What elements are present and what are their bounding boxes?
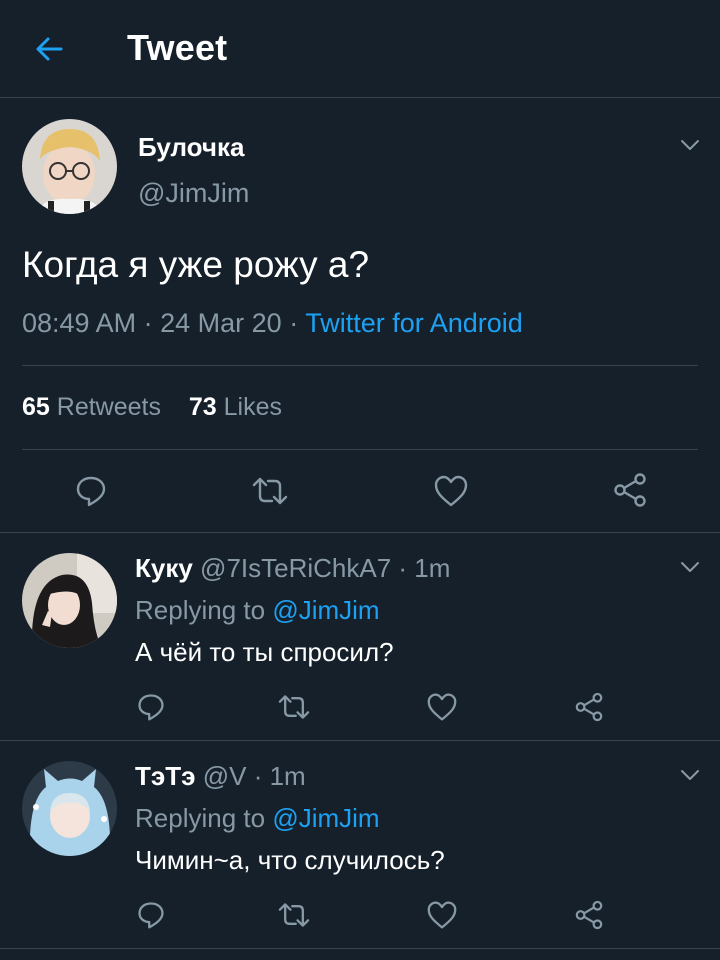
page-title: Tweet bbox=[127, 27, 228, 68]
avatar[interactable] bbox=[22, 761, 117, 856]
reply-time: 1m bbox=[269, 761, 306, 791]
share-button[interactable] bbox=[571, 897, 607, 933]
likes-label: Likes bbox=[223, 393, 283, 421]
reply-header: Куку @7IsTeRiChkA7 · 1m bbox=[135, 553, 450, 584]
chevron-down-icon bbox=[681, 140, 699, 150]
replying-to: Replying to @JimJim bbox=[135, 803, 380, 834]
chevron-down-icon bbox=[681, 562, 699, 572]
chevron-down-icon bbox=[681, 770, 699, 780]
share-icon bbox=[575, 692, 603, 722]
meta-separator: · bbox=[289, 308, 306, 338]
reply-text: Чимин~а, что случилось? bbox=[135, 845, 445, 875]
avatar-image bbox=[22, 553, 117, 648]
like-button[interactable] bbox=[425, 690, 459, 724]
avatar[interactable] bbox=[22, 553, 117, 648]
retweets-label: Retweets bbox=[56, 393, 161, 421]
retweet-button[interactable] bbox=[250, 472, 290, 510]
reply-options-button[interactable] bbox=[678, 763, 702, 787]
reply-author-name[interactable]: Куку bbox=[135, 553, 193, 583]
reply-author-handle[interactable]: @V bbox=[203, 761, 247, 791]
heart-icon bbox=[427, 901, 457, 929]
replying-to-label: Replying to bbox=[135, 803, 266, 833]
avatar-image bbox=[22, 119, 117, 214]
tweet-options-button[interactable] bbox=[678, 133, 702, 157]
tweet-time: 08:49 AM bbox=[22, 308, 137, 338]
reply-icon bbox=[138, 902, 164, 929]
retweet-icon bbox=[278, 695, 310, 719]
tweet-date: 24 Mar 20 bbox=[160, 308, 282, 338]
meta-separator: · bbox=[246, 761, 270, 791]
share-icon bbox=[575, 900, 603, 930]
reply-text: А чёй то ты спросил? bbox=[135, 637, 394, 667]
divider bbox=[0, 948, 720, 949]
replying-to-label: Replying to bbox=[135, 595, 266, 625]
retweet-icon bbox=[252, 477, 288, 505]
avatar-image bbox=[22, 761, 117, 856]
retweet-button[interactable] bbox=[276, 690, 312, 724]
share-button[interactable] bbox=[610, 470, 650, 510]
top-bar: Tweet bbox=[0, 0, 720, 98]
heart-icon bbox=[434, 475, 468, 507]
reply-header: ТэТэ @V · 1m bbox=[135, 761, 306, 792]
author-name[interactable]: Булочка bbox=[138, 132, 244, 163]
reply-button[interactable] bbox=[134, 898, 168, 932]
replying-to-mention[interactable]: @JimJim bbox=[272, 803, 379, 833]
tweet-stats: 65 Retweets 73 Likes bbox=[22, 393, 282, 422]
like-button[interactable] bbox=[425, 898, 459, 932]
retweets-stat[interactable]: 65 Retweets bbox=[22, 393, 161, 421]
reply-author-handle[interactable]: @7IsTeRiChkA7 bbox=[200, 553, 391, 583]
likes-stat[interactable]: 73 Likes bbox=[189, 393, 282, 421]
retweet-icon bbox=[278, 903, 310, 927]
avatar[interactable] bbox=[22, 119, 117, 214]
divider bbox=[22, 365, 698, 366]
back-button[interactable] bbox=[30, 30, 68, 68]
reply-time: 1m bbox=[414, 553, 451, 583]
reply-button[interactable] bbox=[72, 472, 110, 510]
arrow-left-icon bbox=[36, 37, 63, 61]
reply-icon bbox=[138, 694, 164, 721]
tweet-source-link[interactable]: Twitter for Android bbox=[305, 308, 523, 338]
heart-icon bbox=[427, 693, 457, 721]
tweet-text: Когда я уже рожу а? bbox=[22, 244, 370, 285]
meta-separator: · bbox=[143, 308, 161, 338]
retweets-count: 65 bbox=[22, 393, 50, 421]
replying-to: Replying to @JimJim bbox=[135, 595, 380, 626]
divider bbox=[0, 740, 720, 741]
tweet-meta: 08:49 AM · 24 Mar 20 · Twitter for Andro… bbox=[22, 308, 523, 339]
likes-count: 73 bbox=[188, 393, 217, 421]
reply-author-name[interactable]: ТэТэ bbox=[135, 761, 195, 791]
reply-icon bbox=[76, 476, 106, 507]
meta-separator: · bbox=[391, 553, 415, 583]
replying-to-mention[interactable]: @JimJim bbox=[272, 595, 379, 625]
reply-options-button[interactable] bbox=[678, 555, 702, 579]
divider bbox=[0, 532, 720, 533]
retweet-button[interactable] bbox=[276, 898, 312, 932]
share-button[interactable] bbox=[571, 689, 607, 725]
author-handle[interactable]: @JimJim bbox=[138, 178, 249, 209]
reply-button[interactable] bbox=[134, 690, 168, 724]
share-icon bbox=[614, 473, 646, 507]
divider bbox=[22, 449, 698, 450]
like-button[interactable] bbox=[431, 472, 471, 510]
